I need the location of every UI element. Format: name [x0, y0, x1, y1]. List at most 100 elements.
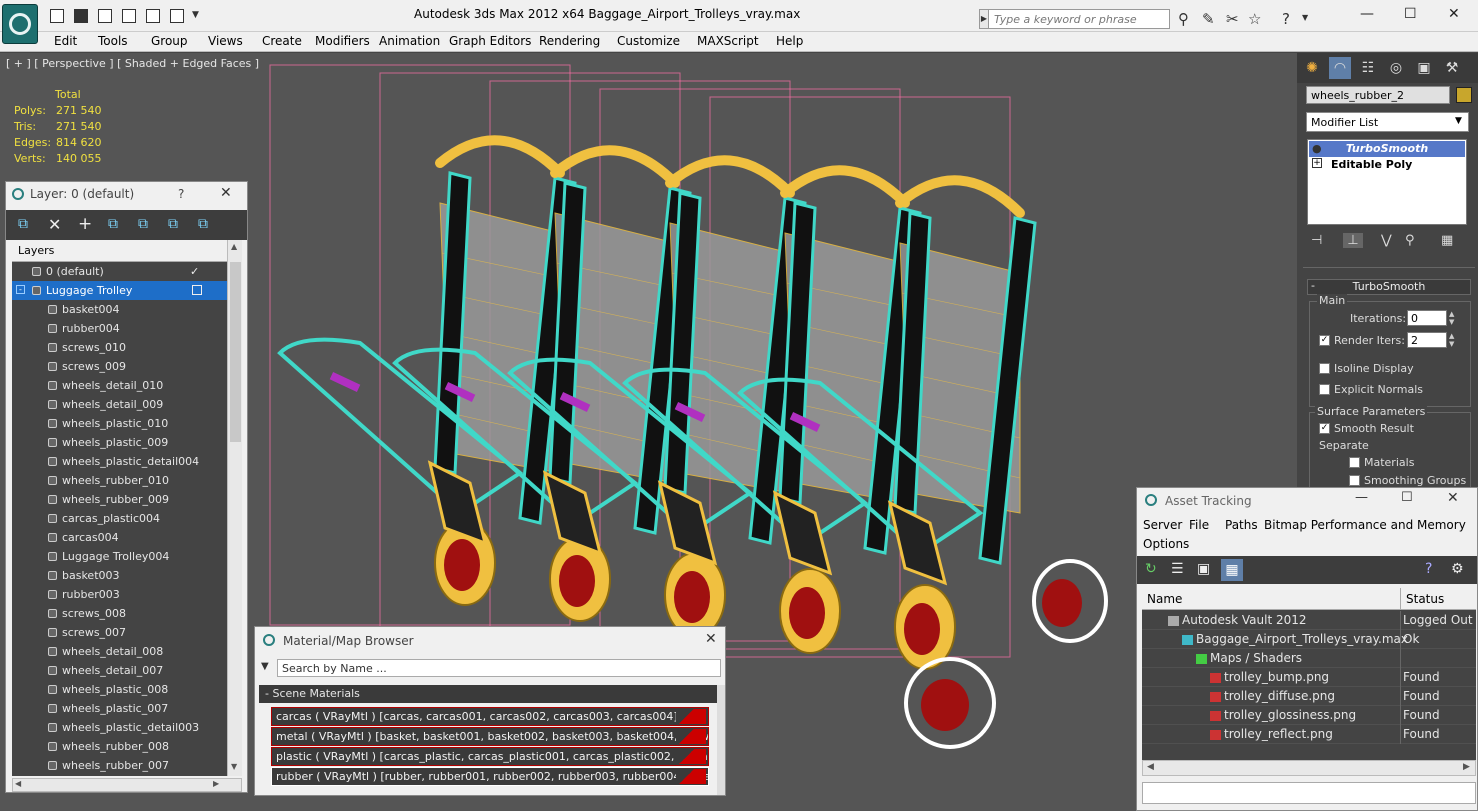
lightbulb-icon[interactable]: ●: [1312, 142, 1322, 155]
layer-item[interactable]: Luggage Trolley004: [12, 547, 227, 566]
layer-item[interactable]: screws_009: [12, 357, 227, 376]
asset-close-icon[interactable]: ✕: [1447, 490, 1459, 506]
favorites-star-icon[interactable]: ☆: [1248, 10, 1261, 28]
layer-item[interactable]: wheels_plastic_detail004: [12, 452, 227, 471]
collapse-icon[interactable]: -: [16, 285, 25, 294]
material-row[interactable]: carcas ( VRayMtl ) [carcas, carcas001, c…: [271, 707, 709, 726]
delete-layer-icon[interactable]: ✕: [48, 215, 61, 234]
scene-materials-section[interactable]: - Scene Materials: [259, 685, 717, 703]
layer-item[interactable]: wheels_rubber_010: [12, 471, 227, 490]
layer-item[interactable]: wheels_plastic_009: [12, 433, 227, 452]
show-end-result-icon[interactable]: ⊥: [1343, 233, 1363, 248]
layer-item[interactable]: wheels_rubber_007: [12, 756, 227, 775]
layer-item[interactable]: wheels_plastic_008: [12, 680, 227, 699]
menu-graph-editors[interactable]: Graph Editors: [449, 34, 531, 48]
scroll-down-icon[interactable]: ▼: [231, 762, 237, 771]
layer-item[interactable]: screws_007: [12, 623, 227, 642]
separate-smoothing-groups-checkbox[interactable]: [1349, 475, 1360, 486]
undo-icon[interactable]: [98, 9, 112, 23]
object-name-field[interactable]: wheels_rubber_2: [1306, 86, 1450, 104]
layer-close-icon[interactable]: ✕: [220, 185, 232, 201]
layer-item[interactable]: rubber003: [12, 585, 227, 604]
open-file-icon[interactable]: [50, 9, 64, 23]
stack-item-editable-poly[interactable]: Editable Poly: [1309, 157, 1465, 173]
asset-menu-bitmap-performance[interactable]: Bitmap Performance and Memory: [1264, 518, 1466, 532]
asset-minimize-icon[interactable]: —: [1355, 490, 1368, 505]
list-view-icon[interactable]: ☰: [1171, 561, 1184, 577]
asset-row[interactable]: Autodesk Vault 2012 Logged Out: [1142, 611, 1476, 630]
layer-item[interactable]: wheels_rubber_008: [12, 737, 227, 756]
scroll-up-icon[interactable]: ▲: [231, 242, 237, 251]
minimize-icon[interactable]: —: [1360, 6, 1374, 22]
help-dropdown-icon[interactable]: ▼: [1302, 13, 1308, 22]
iterations-spinner[interactable]: 0: [1407, 310, 1447, 326]
select-objects-icon[interactable]: ⧉: [108, 216, 118, 232]
app-logo-button[interactable]: [2, 4, 38, 44]
layer-item[interactable]: carcas_plastic004: [12, 509, 227, 528]
table-view-icon[interactable]: ▦: [1221, 559, 1243, 581]
maximize-icon[interactable]: ☐: [1404, 6, 1417, 22]
menu-group[interactable]: Group: [151, 34, 188, 48]
explicit-normals-checkbox[interactable]: [1319, 384, 1330, 395]
scroll-right-icon[interactable]: ▶: [1463, 762, 1470, 772]
layer-item[interactable]: wheels_detail_007: [12, 661, 227, 680]
iterations-spinner-arrows[interactable]: ▲ ▼: [1449, 310, 1457, 326]
binoculars-icon[interactable]: ⚲: [1178, 10, 1189, 28]
asset-row[interactable]: trolley_bump.png Found: [1142, 668, 1476, 687]
menu-modifiers[interactable]: Modifiers: [315, 34, 370, 48]
render-iters-spinner[interactable]: 2: [1407, 332, 1447, 348]
hierarchy-tab-icon[interactable]: ☷: [1357, 57, 1379, 79]
communication-icon[interactable]: ✂: [1226, 10, 1239, 28]
layer-item[interactable]: wheels_detail_010: [12, 376, 227, 395]
asset-row[interactable]: Baggage_Airport_Trolleys_vray.max Ok: [1142, 630, 1476, 649]
configure-sets-icon[interactable]: ▦: [1441, 233, 1453, 248]
freeze-all-icon[interactable]: ⧉: [198, 216, 208, 232]
isoline-display-checkbox[interactable]: [1319, 363, 1330, 374]
modify-tab-icon[interactable]: ◠: [1329, 57, 1351, 79]
layer-item[interactable]: carcas004: [12, 528, 227, 547]
refresh-icon[interactable]: ↻: [1145, 561, 1157, 577]
layer-item[interactable]: wheels_rubber_009: [12, 490, 227, 509]
asset-maximize-icon[interactable]: ☐: [1401, 490, 1413, 505]
rollout-collapse-icon[interactable]: -: [1311, 279, 1315, 292]
layer-item[interactable]: wheels_plastic_detail003: [12, 718, 227, 737]
column-name-header[interactable]: Name: [1147, 592, 1182, 606]
layer-item[interactable]: wheels_detail_008: [12, 642, 227, 661]
hold-icon[interactable]: [146, 9, 160, 23]
scroll-right-icon[interactable]: ▶: [213, 779, 219, 788]
layer-item[interactable]: screws_008: [12, 604, 227, 623]
layer-item[interactable]: 0 (default) ✓: [12, 262, 227, 281]
asset-row[interactable]: trolley_reflect.png Found: [1142, 725, 1476, 744]
stack-item-turbosmooth[interactable]: TurboSmooth: [1309, 141, 1465, 157]
material-row[interactable]: metal ( VRayMtl ) [basket, basket001, ba…: [271, 727, 709, 746]
make-current-icon[interactable]: [192, 285, 202, 295]
motion-tab-icon[interactable]: ◎: [1385, 57, 1407, 79]
hide-all-icon[interactable]: ⧉: [168, 216, 178, 232]
utilities-tab-icon[interactable]: ⚒: [1441, 57, 1463, 79]
viewport-label[interactable]: [ + ] [ Perspective ] [ Shaded + Edged F…: [6, 57, 259, 70]
help-icon[interactable]: ?: [1282, 10, 1290, 28]
asset-menu-file[interactable]: File: [1189, 518, 1209, 532]
layer-item[interactable]: screws_010: [12, 338, 227, 357]
browser-options-icon[interactable]: ▼: [261, 661, 269, 672]
asset-row[interactable]: trolley_diffuse.png Found: [1142, 687, 1476, 706]
layer-item[interactable]: basket003: [12, 566, 227, 585]
menu-help[interactable]: Help: [776, 34, 803, 48]
add-to-layer-icon[interactable]: +: [78, 214, 92, 234]
separate-materials-checkbox[interactable]: [1349, 457, 1360, 468]
fetch-icon[interactable]: [170, 9, 184, 23]
smooth-result-checkbox[interactable]: ✓: [1319, 423, 1330, 434]
search-input[interactable]: Type a keyword or phrase: [988, 9, 1170, 29]
make-unique-icon[interactable]: ⋁: [1381, 233, 1392, 248]
render-iters-spinner-arrows[interactable]: ▲ ▼: [1449, 332, 1457, 348]
current-layer-check-icon[interactable]: ✓: [190, 262, 199, 281]
layer-item[interactable]: wheels_detail_009: [12, 395, 227, 414]
asset-menu-paths[interactable]: Paths: [1225, 518, 1258, 532]
material-row[interactable]: plastic ( VRayMtl ) [carcas_plastic, car…: [271, 747, 709, 766]
asset-menu-server[interactable]: Server: [1143, 518, 1182, 532]
layer-item[interactable]: basket004: [12, 300, 227, 319]
menu-create[interactable]: Create: [262, 34, 302, 48]
material-search-input[interactable]: Search by Name ...: [277, 659, 721, 677]
close-icon[interactable]: ✕: [1448, 6, 1460, 22]
material-row[interactable]: rubber ( VRayMtl ) [rubber, rubber001, r…: [271, 767, 709, 786]
